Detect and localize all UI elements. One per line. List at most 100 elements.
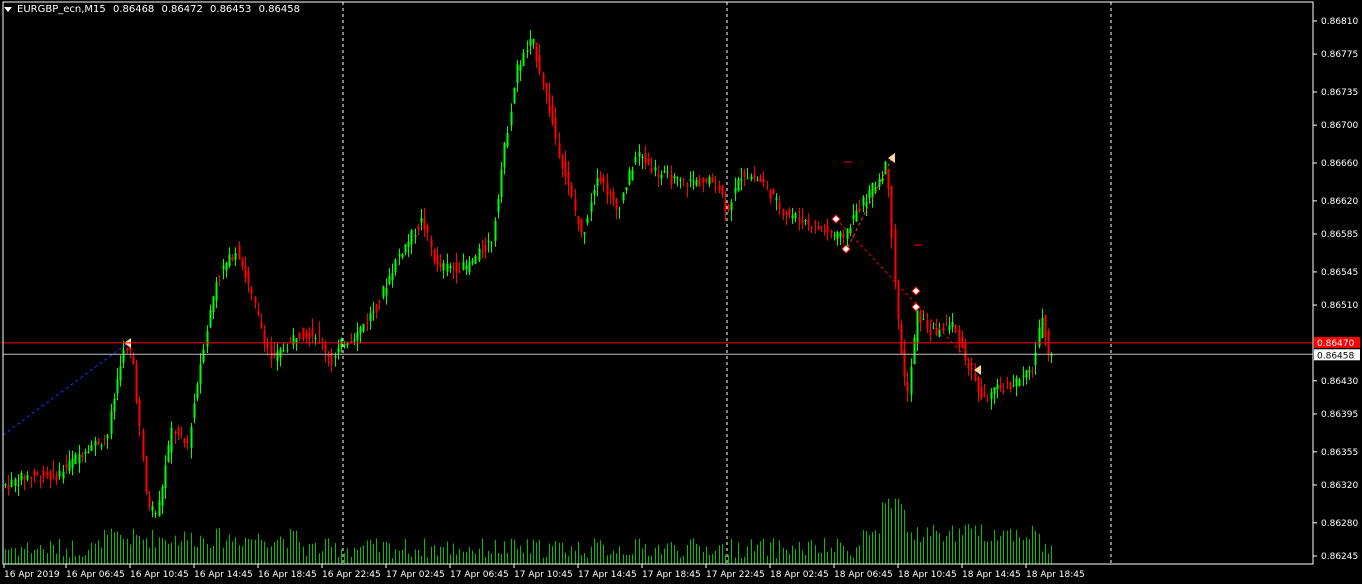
y-axis-label: 0.86280 (1321, 519, 1358, 529)
candle-body (833, 234, 836, 236)
candle-body (702, 177, 705, 183)
candle-body (708, 177, 711, 184)
candle-body (305, 332, 308, 338)
candle-body (644, 153, 647, 164)
candle-body (945, 324, 948, 326)
candle-body (324, 344, 327, 352)
candle-body (983, 392, 986, 395)
candle-body (948, 325, 951, 331)
x-axis-label: 18 Apr 06:45 (834, 570, 893, 580)
candle-body (842, 233, 845, 239)
candle-body (183, 439, 186, 444)
candle-body (116, 379, 119, 394)
candle-body (449, 265, 452, 269)
candle-body (612, 192, 615, 201)
candle-body (977, 377, 980, 393)
candle-body (910, 366, 913, 395)
candle-body (756, 179, 759, 181)
y-axis-label: 0.86775 (1321, 50, 1358, 60)
candle-body (446, 263, 449, 272)
candle-body (1047, 330, 1050, 354)
trendline-red[interactable] (839, 222, 979, 371)
candle-body (362, 324, 365, 332)
candle-body (830, 230, 833, 234)
candle-body (868, 189, 871, 198)
y-axis-label: 0.86620 (1321, 197, 1358, 207)
candle-body (414, 235, 417, 237)
candle-body (42, 470, 45, 478)
candle-body (932, 327, 935, 329)
candle-body (657, 174, 660, 177)
candle-body (164, 465, 167, 489)
candle-body (839, 232, 842, 238)
candle-body (167, 445, 170, 462)
candle-body (894, 229, 897, 283)
candle-body (122, 349, 125, 363)
candle-body (263, 330, 266, 344)
candle-body (705, 178, 708, 181)
candle-body (391, 272, 394, 281)
trendline-blue[interactable] (2, 342, 129, 436)
y-axis-label: 0.86320 (1321, 481, 1358, 491)
diamond-marker-icon[interactable] (831, 214, 841, 224)
x-axis-label: 17 Apr 06:45 (450, 570, 509, 580)
candle-body (682, 178, 685, 180)
candle-body (311, 328, 314, 336)
price-chart[interactable]: 0.864700.86458 0.868100.867750.867350.86… (0, 0, 1362, 584)
candle-body (119, 366, 122, 381)
candle-body (494, 220, 497, 241)
candle-body (762, 179, 765, 183)
candle-body (375, 304, 378, 312)
candle-body (282, 350, 285, 352)
candle-body (212, 296, 215, 313)
x-axis-label: 16 Apr 22:45 (322, 570, 381, 580)
candle-body (570, 184, 573, 197)
candle-body (599, 176, 602, 182)
candle-body (740, 178, 743, 181)
arrow-marker-icon[interactable] (888, 153, 895, 163)
y-axis-label: 0.86545 (1321, 268, 1358, 278)
candle-body (65, 464, 68, 468)
candle-body (417, 225, 420, 230)
candle-body (596, 178, 599, 187)
candle-body (785, 213, 788, 215)
candle-body (394, 259, 397, 272)
candle-body (858, 207, 861, 212)
candle-body (849, 227, 852, 234)
candle-body (174, 432, 177, 434)
y-axis-label: 0.86395 (1321, 410, 1358, 420)
candle-body (823, 230, 826, 232)
candle-body (577, 216, 580, 225)
candle-body (791, 215, 794, 219)
candle-body (404, 244, 407, 253)
candle-body (353, 339, 356, 342)
candle-body (778, 203, 781, 210)
candle-body (487, 240, 490, 243)
candle-body (993, 387, 996, 394)
candle-body (1018, 379, 1021, 386)
candle-body (382, 286, 385, 298)
candle-body (442, 263, 445, 271)
candle-body (996, 384, 999, 390)
candle-body (510, 111, 513, 126)
candle-body (158, 500, 161, 517)
candle-body (17, 484, 20, 486)
candle-body (231, 256, 234, 261)
candle-body (554, 118, 557, 139)
candle-body (14, 479, 17, 486)
candle-body (638, 152, 641, 157)
candle-body (535, 42, 538, 62)
trendline-orange[interactable] (847, 157, 893, 248)
diamond-marker-icon[interactable] (911, 286, 921, 296)
x-axis-label: 17 Apr 10:45 (514, 570, 573, 580)
candle-body (769, 189, 772, 199)
candle-body (23, 476, 26, 480)
candle-body (532, 38, 535, 44)
candle-body (567, 171, 570, 185)
candle-body (135, 364, 138, 403)
candle-body (804, 220, 807, 222)
candle-body (87, 452, 90, 454)
candle-body (938, 329, 941, 337)
candle-body (1025, 370, 1028, 378)
diamond-marker-icon[interactable] (911, 302, 921, 312)
